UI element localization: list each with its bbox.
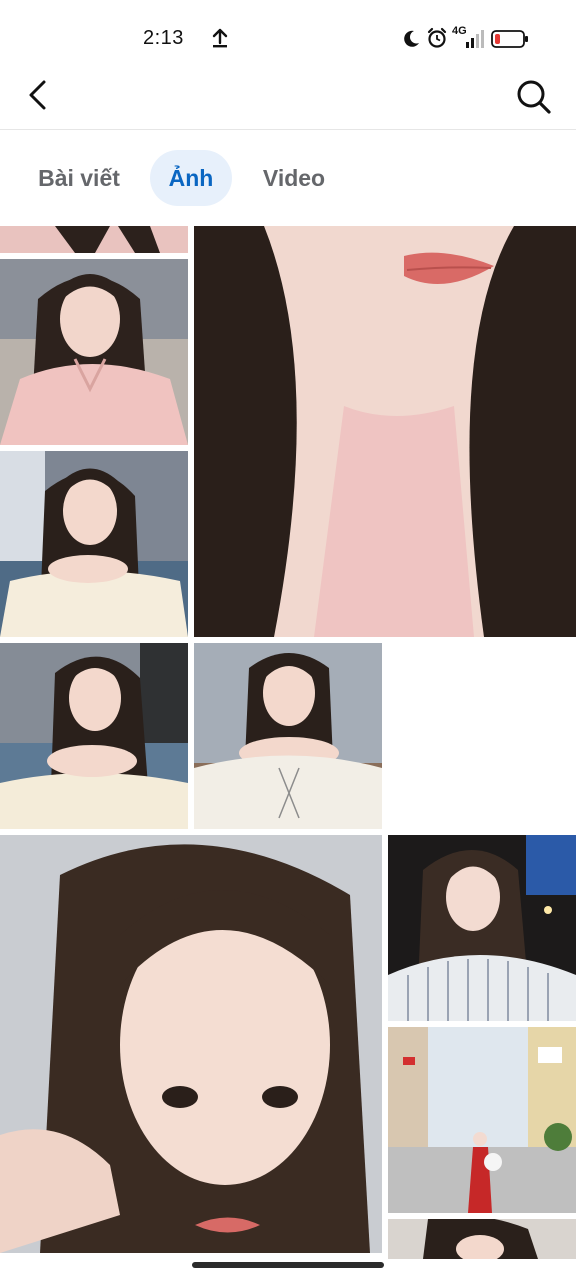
photo-closeup-lips[interactable] (194, 226, 576, 637)
photo-street-red-dress[interactable] (388, 1027, 576, 1213)
tab-posts[interactable]: Bài viết (26, 150, 132, 206)
upload-icon (212, 28, 228, 48)
photo-bottom-partial[interactable] (388, 1219, 576, 1259)
tab-photos[interactable]: Ảnh (150, 150, 232, 206)
chevron-left-icon (29, 80, 46, 110)
photo-pink-top-strip[interactable] (0, 226, 188, 253)
search-button[interactable] (514, 76, 554, 116)
photo-face-closeup-large[interactable] (0, 835, 382, 1253)
signal-strength-icon (466, 30, 484, 48)
back-button[interactable] (22, 76, 58, 116)
status-time: 2:13 (143, 27, 184, 49)
alarm-icon (427, 27, 447, 48)
search-icon (517, 80, 551, 114)
tab-video[interactable]: Video (252, 150, 336, 206)
photo-offshoulder-white-blouse[interactable] (194, 643, 382, 829)
moon-icon (404, 30, 419, 47)
gesture-bar[interactable] (192, 1262, 384, 1268)
photo-pink-pajama-selfie[interactable] (0, 259, 188, 445)
photo-offshoulder-sofa-2[interactable] (0, 643, 188, 829)
status-bar: 2:13 4G (0, 0, 576, 76)
photo-offshoulder-blue-sofa[interactable] (0, 451, 188, 637)
app-header (0, 76, 576, 130)
battery-low-icon (491, 30, 528, 48)
media-tabs: Bài viết Ảnh Video (0, 130, 576, 226)
photo-striped-shirt-night[interactable] (388, 835, 576, 1021)
